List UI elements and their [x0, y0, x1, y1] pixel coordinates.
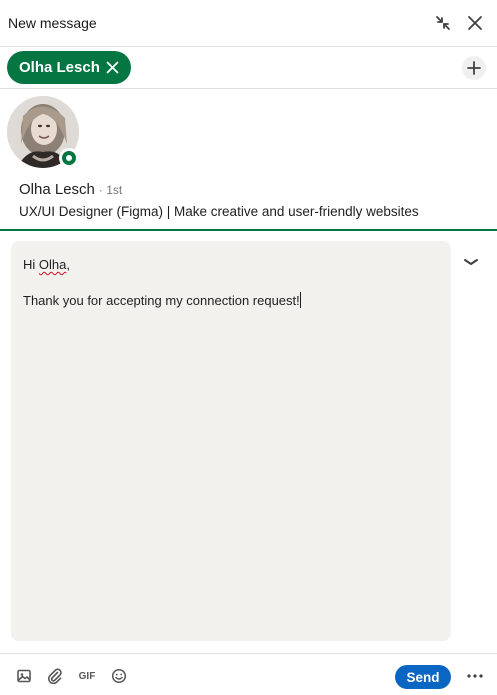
minimize-arrows-icon[interactable]: [432, 12, 454, 34]
recipient-chip[interactable]: Olha Lesch: [7, 51, 131, 84]
text-caret: [299, 292, 301, 308]
recipient-bar: Olha Lesch: [0, 47, 497, 89]
close-icon[interactable]: [106, 61, 119, 74]
spellcheck-word: Olha: [38, 257, 67, 272]
emoji-icon[interactable]: [109, 666, 129, 686]
plus-icon: [467, 61, 481, 75]
send-button[interactable]: Send: [395, 665, 451, 689]
message-compose-field[interactable]: Hi Olha, Thank you for accepting my conn…: [11, 241, 451, 641]
profile-name-line: Olha Lesch · 1st: [19, 181, 122, 198]
gif-button[interactable]: GIF: [77, 666, 97, 686]
chevron-down-icon[interactable]: [461, 252, 481, 272]
profile-headline: UX/UI Designer (Figma) | Make creative a…: [19, 204, 419, 219]
presence-indicator: [59, 148, 79, 168]
close-icon[interactable]: [464, 12, 486, 34]
paperclip-icon[interactable]: [45, 666, 65, 686]
add-recipient-button[interactable]: [462, 56, 486, 80]
recipient-chip-label: Olha Lesch: [19, 59, 100, 76]
more-icon[interactable]: [464, 666, 486, 686]
image-icon[interactable]: [14, 666, 34, 686]
compose-toolbar: GIF Send: [0, 653, 497, 695]
message-greeting: Hi Olha,: [23, 257, 70, 272]
header-title: New message: [8, 15, 97, 31]
connection-degree: · 1st: [98, 183, 123, 197]
message-body: Thank you for accepting my connection re…: [23, 292, 301, 308]
profile-card: Olha Lesch · 1st UX/UI Designer (Figma) …: [0, 89, 497, 231]
profile-name[interactable]: Olha Lesch: [19, 181, 95, 198]
message-header: New message: [0, 0, 497, 47]
